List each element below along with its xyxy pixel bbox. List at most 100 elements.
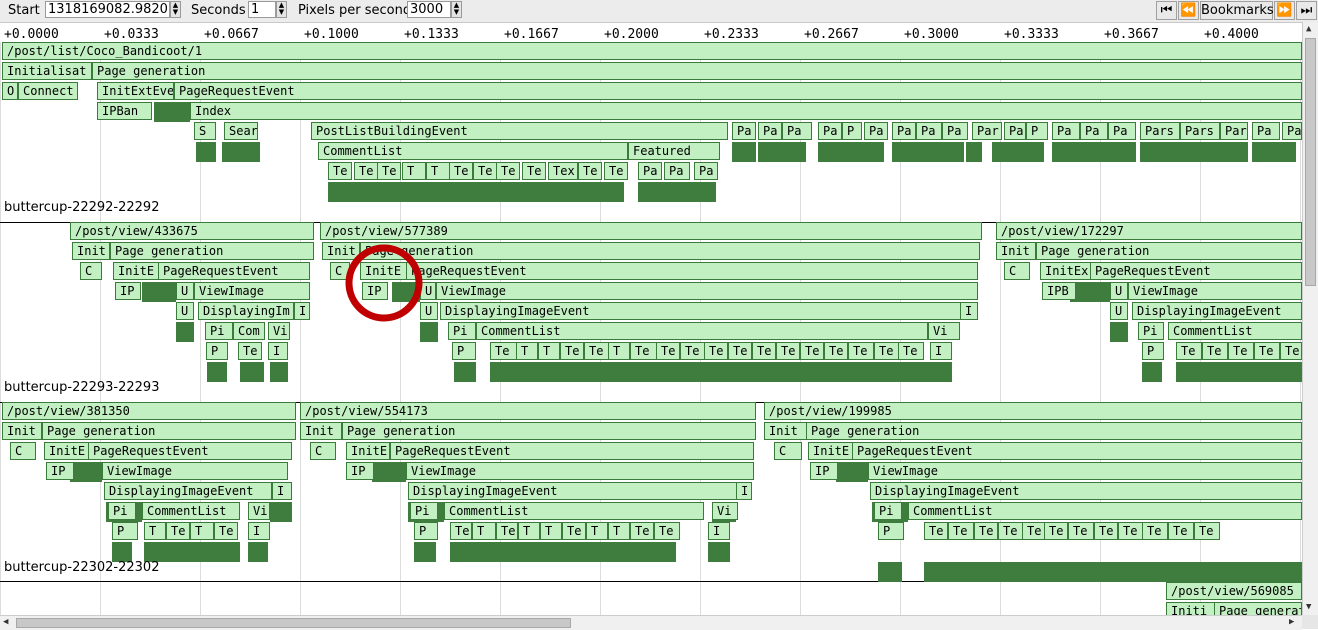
event-block[interactable]: /post/view/199985 <box>764 402 1302 420</box>
event-block[interactable]: Pi <box>108 502 136 520</box>
event-block[interactable]: Te <box>630 522 654 540</box>
event-block[interactable]: Page generation <box>92 62 1302 80</box>
scroll-down-icon[interactable]: ▼ <box>1306 602 1311 612</box>
event-block[interactable]: T <box>144 522 166 540</box>
event-block[interactable]: Pa <box>664 162 690 180</box>
event-block[interactable]: P <box>878 522 904 540</box>
event-block[interactable]: P <box>414 522 438 540</box>
pixels-per-second-spinner[interactable]: ▲ ▼ <box>451 1 462 18</box>
event-block[interactable]: DisplayingImageEvent <box>104 482 272 500</box>
event-block[interactable]: Page generat <box>1214 602 1302 615</box>
event-block[interactable]: I <box>268 342 288 360</box>
event-block[interactable]: Init <box>322 242 360 260</box>
event-block[interactable]: CommentList <box>908 502 1302 520</box>
event-block[interactable]: PageRequestEvent <box>852 442 1302 460</box>
event-block[interactable]: DisplayingImageEvent <box>870 482 1302 500</box>
event-block[interactable]: ViewImage <box>436 282 978 300</box>
event-block[interactable]: Te <box>974 522 998 540</box>
event-block[interactable]: T <box>538 342 560 360</box>
event-block[interactable]: IP <box>346 462 374 480</box>
event-block[interactable]: P <box>1026 122 1048 140</box>
event-block[interactable]: Pa <box>864 122 888 140</box>
event-block[interactable]: Te <box>800 342 824 360</box>
event-block[interactable]: T <box>518 522 540 540</box>
event-block[interactable]: ViewImage <box>868 462 1302 480</box>
event-block[interactable]: PageRequestEvent <box>406 262 978 280</box>
event-block[interactable]: /post/view/172297 <box>996 222 1302 240</box>
start-spinner[interactable]: ▲ ▼ <box>170 1 181 18</box>
event-block[interactable]: T <box>472 522 496 540</box>
event-block[interactable]: Pa <box>638 162 662 180</box>
event-block[interactable]: Te <box>562 522 586 540</box>
event-block[interactable]: Pa <box>758 122 782 140</box>
event-block[interactable]: CommentList <box>476 322 928 340</box>
event-block[interactable]: Te <box>1142 522 1168 540</box>
event-block[interactable]: Pa <box>942 122 968 140</box>
event-block[interactable]: Te <box>656 342 680 360</box>
event-block[interactable]: Te <box>496 522 518 540</box>
event-block[interactable]: Pa <box>694 162 718 180</box>
event-block[interactable]: Te <box>824 342 848 360</box>
event-block[interactable]: Te <box>522 162 546 180</box>
event-block[interactable]: Te <box>704 342 728 360</box>
event-block[interactable]: Init <box>300 422 342 440</box>
event-block[interactable]: Te <box>166 522 190 540</box>
event-block[interactable]: /post/view/433675 <box>70 222 314 240</box>
event-block[interactable]: Te <box>377 162 401 180</box>
event-block[interactable]: Featured <box>628 142 720 160</box>
event-block[interactable]: Pa <box>1080 122 1108 140</box>
event-block[interactable]: Vi <box>928 322 960 340</box>
event-block[interactable]: Init <box>2 422 42 440</box>
event-block[interactable]: I <box>930 342 952 360</box>
event-block[interactable]: Te <box>1280 342 1302 360</box>
event-block[interactable]: Init <box>996 242 1036 260</box>
event-block[interactable]: U <box>176 282 194 300</box>
event-block[interactable]: Initialisat <box>2 62 92 80</box>
event-block[interactable]: Pi <box>1138 322 1164 340</box>
event-block[interactable]: T <box>586 522 608 540</box>
event-block[interactable]: DisplayingImageEvent <box>1132 302 1302 320</box>
event-block[interactable]: InitEx <box>1040 262 1092 280</box>
event-block[interactable]: CommentList <box>1168 322 1302 340</box>
event-block[interactable]: Te <box>1022 522 1046 540</box>
event-block[interactable]: ViewImage <box>102 462 288 480</box>
event-block[interactable]: Te <box>1254 342 1280 360</box>
event-block[interactable]: Te <box>776 342 800 360</box>
pixels-per-second-input[interactable]: 3000 <box>407 1 451 18</box>
event-block[interactable]: Te <box>630 342 658 360</box>
event-block[interactable]: Te <box>1228 342 1254 360</box>
scroll-up-icon[interactable]: ▲ <box>1306 24 1311 34</box>
event-block[interactable]: U <box>1110 302 1128 320</box>
event-block[interactable]: /post/list/Coco_Bandicoot/1 <box>2 42 1302 60</box>
event-block[interactable]: C <box>1004 262 1030 280</box>
event-block[interactable]: InitE <box>346 442 390 460</box>
event-block[interactable]: I <box>736 482 752 500</box>
event-block[interactable]: /post/view/381350 <box>2 402 296 420</box>
event-block[interactable]: InitE <box>44 442 90 460</box>
event-block[interactable]: Te <box>473 162 497 180</box>
event-block[interactable]: Te <box>238 342 262 360</box>
event-block[interactable]: Pa <box>1282 122 1302 140</box>
event-block[interactable]: Pa <box>818 122 842 140</box>
event-block[interactable]: U <box>176 302 194 320</box>
event-block[interactable]: ViewImage <box>194 282 310 300</box>
event-block[interactable]: PageRequestEvent <box>174 82 1302 100</box>
event-block[interactable]: Pa <box>1108 122 1136 140</box>
event-block[interactable]: Tex <box>548 162 578 180</box>
event-block[interactable]: Te <box>680 342 706 360</box>
event-block[interactable]: U <box>420 282 436 300</box>
event-block[interactable]: Pa <box>916 122 942 140</box>
event-block[interactable]: Te <box>214 522 238 540</box>
vertical-scroll-thumb[interactable] <box>1305 38 1316 286</box>
bookmarks-button[interactable]: Bookmarks <box>1200 1 1274 20</box>
event-block[interactable]: P <box>452 342 476 360</box>
event-block[interactable]: Init <box>764 422 808 440</box>
event-block[interactable]: C <box>774 442 802 460</box>
event-block[interactable]: IP <box>115 282 141 300</box>
event-block[interactable]: Te <box>560 342 584 360</box>
event-block[interactable]: Page generation <box>806 422 1302 440</box>
event-block[interactable]: T <box>516 342 538 360</box>
event-block[interactable]: T <box>608 522 630 540</box>
event-block[interactable]: I <box>272 482 292 500</box>
event-block[interactable]: Par <box>972 122 1002 140</box>
